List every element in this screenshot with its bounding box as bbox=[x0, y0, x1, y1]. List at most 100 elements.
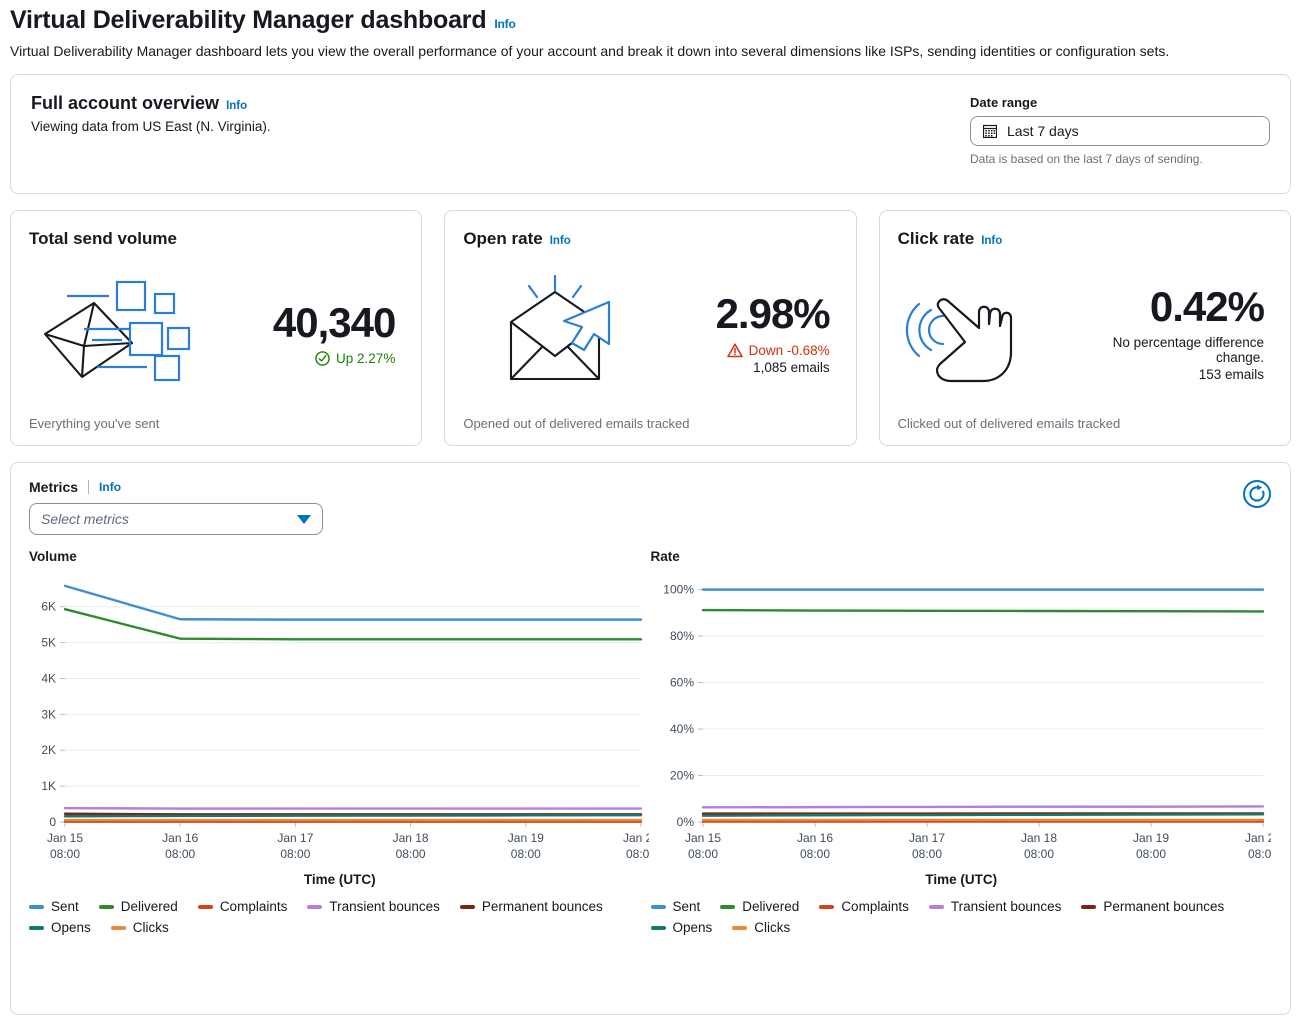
full-account-overview-card: Full account overview Info Viewing data … bbox=[10, 74, 1291, 194]
series-line-opens bbox=[703, 814, 1263, 815]
envelope-open-cursor-icon bbox=[463, 274, 668, 394]
volume-legend-item[interactable]: Clicks bbox=[111, 920, 169, 935]
legend-swatch-icon bbox=[198, 905, 213, 909]
rate-legend-item[interactable]: Permanent bounces bbox=[1081, 899, 1224, 914]
total-send-volume-delta-text: Up 2.27% bbox=[336, 351, 395, 366]
x-axis-tick-date: Jan 16 bbox=[796, 831, 832, 845]
rate-x-axis-title: Time (UTC) bbox=[651, 872, 1273, 887]
legend-label: Sent bbox=[673, 899, 701, 914]
legend-swatch-icon bbox=[29, 905, 44, 909]
x-axis-tick-date: Jan 17 bbox=[277, 831, 313, 845]
y-axis-tick-label: 100% bbox=[663, 583, 694, 597]
rate-legend-item[interactable]: Transient bounces bbox=[929, 899, 1062, 914]
rate-chart-title: Rate bbox=[651, 549, 1273, 564]
open-rate-body: 2.98% Down -0.68% 1,085 emails bbox=[463, 249, 837, 416]
click-rate-value: 0.42% bbox=[1103, 285, 1264, 329]
open-rate-value: 2.98% bbox=[668, 292, 829, 336]
volume-legend-item[interactable]: Delivered bbox=[99, 899, 178, 914]
x-axis-tick-time: 08:00 bbox=[911, 847, 941, 861]
total-send-volume-card: Total send volume bbox=[10, 210, 422, 446]
metrics-panel: Metrics Info Select metrics bbox=[10, 462, 1291, 1015]
x-axis-tick-time: 08:00 bbox=[626, 847, 649, 861]
metrics-info-link[interactable]: Info bbox=[99, 480, 121, 494]
open-rate-values: 2.98% Down -0.68% 1,085 emails bbox=[668, 292, 837, 374]
x-axis-tick-time: 08:00 bbox=[50, 847, 80, 861]
click-rate-title: Click rate Info bbox=[898, 229, 1272, 249]
overview-title-text: Full account overview bbox=[31, 93, 219, 114]
open-rate-footer: Opened out of delivered emails tracked bbox=[463, 416, 837, 431]
x-axis-tick-time: 08:00 bbox=[799, 847, 829, 861]
y-axis-tick-label: 3K bbox=[41, 707, 56, 721]
click-rate-card: Click rate Info bbox=[879, 210, 1291, 446]
open-rate-delta: Down -0.68% bbox=[668, 343, 829, 358]
legend-swatch-icon bbox=[732, 926, 747, 930]
overview-info-link[interactable]: Info bbox=[226, 100, 247, 112]
page-description: Virtual Deliverability Manager dashboard… bbox=[10, 43, 1291, 59]
x-axis-tick-time: 08:00 bbox=[396, 847, 426, 861]
x-axis-tick-date: Jan 15 bbox=[684, 831, 720, 845]
volume-legend-item[interactable]: Sent bbox=[29, 899, 79, 914]
x-axis-tick-date: Jan 20 bbox=[623, 831, 649, 845]
overview-title: Full account overview Info bbox=[31, 93, 970, 114]
date-range-group: Date range Last 7 days Data is base bbox=[970, 93, 1270, 175]
rate-legend-item[interactable]: Clicks bbox=[732, 920, 790, 935]
volume-legend-item[interactable]: Transient bounces bbox=[307, 899, 440, 914]
volume-chart-block: Volume 01K2K3K4K5K6KJan 1508:00Jan 1608:… bbox=[29, 549, 651, 935]
open-rate-info-link[interactable]: Info bbox=[550, 235, 571, 247]
card-title-text: Open rate bbox=[463, 229, 542, 249]
legend-label: Opens bbox=[51, 920, 91, 935]
date-range-hint: Data is based on the last 7 days of send… bbox=[970, 152, 1270, 166]
overview-left: Full account overview Info Viewing data … bbox=[31, 93, 970, 175]
x-axis-tick-date: Jan 16 bbox=[162, 831, 198, 845]
x-axis-tick-date: Jan 18 bbox=[1020, 831, 1056, 845]
y-axis-tick-label: 5K bbox=[41, 636, 56, 650]
volume-chart-title: Volume bbox=[29, 549, 651, 564]
x-axis-tick-time: 08:00 bbox=[280, 847, 310, 861]
y-axis-tick-label: 0% bbox=[676, 815, 694, 829]
select-metrics-input[interactable]: Select metrics bbox=[29, 503, 323, 535]
legend-swatch-icon bbox=[99, 905, 114, 909]
legend-swatch-icon bbox=[460, 905, 475, 909]
click-rate-delta-text: No percentage difference change. bbox=[1103, 335, 1264, 365]
click-rate-info-link[interactable]: Info bbox=[981, 235, 1002, 247]
volume-legend-item[interactable]: Permanent bounces bbox=[460, 899, 603, 914]
click-rate-footer: Clicked out of delivered emails tracked bbox=[898, 416, 1272, 431]
legend-swatch-icon bbox=[29, 926, 44, 930]
volume-legend-item[interactable]: Opens bbox=[29, 920, 91, 935]
date-range-select[interactable]: Last 7 days bbox=[970, 116, 1270, 146]
select-metrics-placeholder: Select metrics bbox=[41, 511, 129, 527]
legend-swatch-icon bbox=[651, 926, 666, 930]
page-title: Virtual Deliverability Manager dashboard… bbox=[10, 6, 1291, 35]
y-axis-tick-label: 6K bbox=[41, 600, 56, 614]
refresh-button[interactable] bbox=[1242, 479, 1272, 509]
legend-label: Permanent bounces bbox=[482, 899, 603, 914]
click-rate-delta: No percentage difference change. bbox=[1103, 335, 1264, 365]
metric-cards-row: Total send volume bbox=[10, 210, 1291, 446]
rate-legend-item[interactable]: Opens bbox=[651, 920, 713, 935]
legend-swatch-icon bbox=[720, 905, 735, 909]
warning-triangle-icon bbox=[727, 343, 743, 358]
total-send-volume-delta: Up 2.27% bbox=[234, 351, 395, 366]
chevron-down-icon bbox=[297, 515, 311, 524]
click-rate-values: 0.42% No percentage difference change. 1… bbox=[1103, 285, 1272, 382]
overview-subtitle: Viewing data from US East (N. Virginia). bbox=[31, 119, 970, 134]
x-axis-tick-date: Jan 19 bbox=[1132, 831, 1168, 845]
rate-legend-item[interactable]: Delivered bbox=[720, 899, 799, 914]
series-line-opens bbox=[65, 815, 641, 816]
metrics-label: Metrics bbox=[29, 479, 78, 495]
legend-swatch-icon bbox=[1081, 905, 1096, 909]
rate-legend-item[interactable]: Complaints bbox=[819, 899, 909, 914]
volume-legend-item[interactable]: Complaints bbox=[198, 899, 288, 914]
metrics-label-row: Metrics Info bbox=[29, 479, 323, 495]
check-circle-icon bbox=[315, 351, 330, 366]
divider bbox=[88, 480, 89, 494]
total-send-volume-values: 40,340 Up 2.27% bbox=[234, 301, 403, 366]
series-line-delivered bbox=[703, 610, 1263, 611]
date-range-value: Last 7 days bbox=[1007, 123, 1257, 139]
page-info-link[interactable]: Info bbox=[494, 17, 515, 31]
series-line-delivered bbox=[65, 609, 641, 639]
total-send-volume-value: 40,340 bbox=[234, 301, 395, 345]
date-range-label: Date range bbox=[970, 95, 1270, 110]
charts-container: Volume 01K2K3K4K5K6KJan 1508:00Jan 1608:… bbox=[29, 549, 1272, 935]
rate-legend-item[interactable]: Sent bbox=[651, 899, 701, 914]
